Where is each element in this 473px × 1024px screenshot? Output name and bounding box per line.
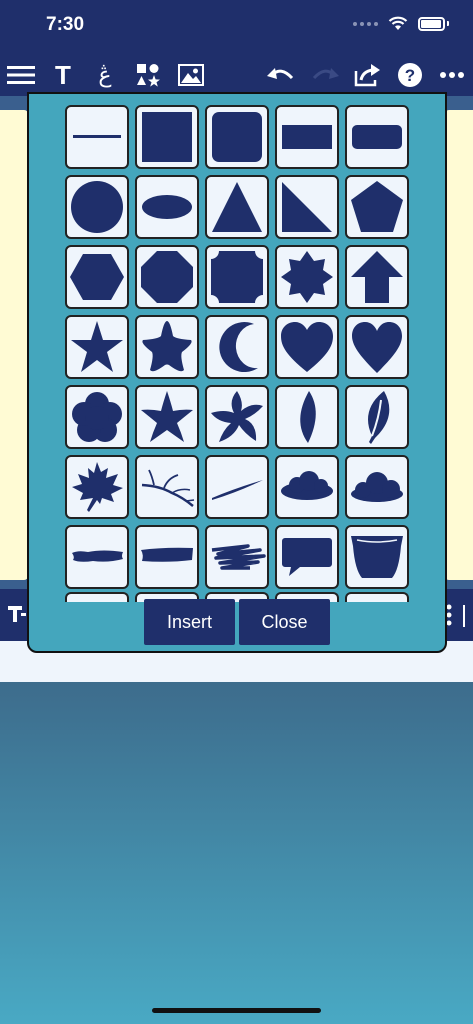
shape-rectangle[interactable] xyxy=(275,105,339,169)
wifi-icon xyxy=(388,16,408,30)
shape-heart-alt[interactable] xyxy=(345,315,409,379)
image-icon[interactable] xyxy=(176,60,206,90)
shape-rounded-star[interactable] xyxy=(135,315,199,379)
page-canvas-left[interactable] xyxy=(0,110,28,580)
panel-more-icon[interactable] xyxy=(443,603,471,629)
shape-pentagon[interactable] xyxy=(345,175,409,239)
shape-partial-5[interactable] xyxy=(345,592,409,602)
shape-line[interactable] xyxy=(65,105,129,169)
share-icon[interactable] xyxy=(352,60,382,90)
shape-speech-bubble[interactable] xyxy=(275,525,339,589)
svg-text:?: ? xyxy=(405,66,415,85)
shape-crescent-moon[interactable] xyxy=(205,315,269,379)
shape-notched-square[interactable] xyxy=(205,245,269,309)
close-button[interactable]: Close xyxy=(239,599,330,645)
shape-triangle[interactable] xyxy=(205,175,269,239)
top-bar: 7:30 T ڠ ? xyxy=(0,0,473,96)
shape-hexagon[interactable] xyxy=(65,245,129,309)
shape-cloud[interactable] xyxy=(275,455,339,519)
background-gradient xyxy=(0,682,473,1024)
shape-scribble[interactable] xyxy=(205,525,269,589)
shape-curved-stroke[interactable] xyxy=(205,455,269,519)
shape-circle[interactable] xyxy=(65,175,129,239)
more-icon[interactable] xyxy=(437,60,467,90)
help-icon[interactable]: ? xyxy=(395,60,425,90)
shape-branch[interactable] xyxy=(135,455,199,519)
arabic-text-icon[interactable]: ڠ xyxy=(90,60,120,90)
shape-octagon[interactable] xyxy=(135,245,199,309)
shape-heart[interactable] xyxy=(275,315,339,379)
shape-rounded-square[interactable] xyxy=(205,105,269,169)
shape-flower[interactable] xyxy=(65,385,129,449)
shape-veined-leaf[interactable] xyxy=(345,385,409,449)
shape-eight-point-star[interactable] xyxy=(275,245,339,309)
shape-square[interactable] xyxy=(135,105,199,169)
undo-icon[interactable] xyxy=(266,60,296,90)
shape-leaf[interactable] xyxy=(275,385,339,449)
shape-partial-1[interactable] xyxy=(65,592,129,602)
shapes-icon[interactable] xyxy=(133,60,163,90)
shape-brush-stroke[interactable] xyxy=(65,525,129,589)
shape-bucket[interactable] xyxy=(345,525,409,589)
text-format-icon[interactable] xyxy=(6,603,28,625)
status-icons xyxy=(353,16,449,31)
shape-five-point-star[interactable] xyxy=(65,315,129,379)
shape-maple-leaf[interactable] xyxy=(65,455,129,519)
battery-icon xyxy=(418,16,445,31)
shape-picker-panel xyxy=(27,92,447,653)
status-time: 7:30 xyxy=(46,14,85,35)
shape-cloud-puffy[interactable] xyxy=(345,455,409,519)
cellular-signal-icon xyxy=(353,21,378,26)
home-indicator xyxy=(152,1008,321,1013)
shape-rounded-rectangle[interactable] xyxy=(345,105,409,169)
shape-sharp-star[interactable] xyxy=(135,385,199,449)
shape-brush-stroke-thick[interactable] xyxy=(135,525,199,589)
text-icon[interactable]: T xyxy=(48,60,78,90)
shape-ellipse[interactable] xyxy=(135,175,199,239)
page-canvas-right[interactable] xyxy=(445,110,473,580)
shape-arrow-up[interactable] xyxy=(345,245,409,309)
shape-right-triangle[interactable] xyxy=(275,175,339,239)
insert-button[interactable]: Insert xyxy=(144,599,235,645)
shape-pinwheel-star[interactable] xyxy=(205,385,269,449)
redo-icon[interactable] xyxy=(310,60,340,90)
menu-icon[interactable] xyxy=(6,60,36,90)
